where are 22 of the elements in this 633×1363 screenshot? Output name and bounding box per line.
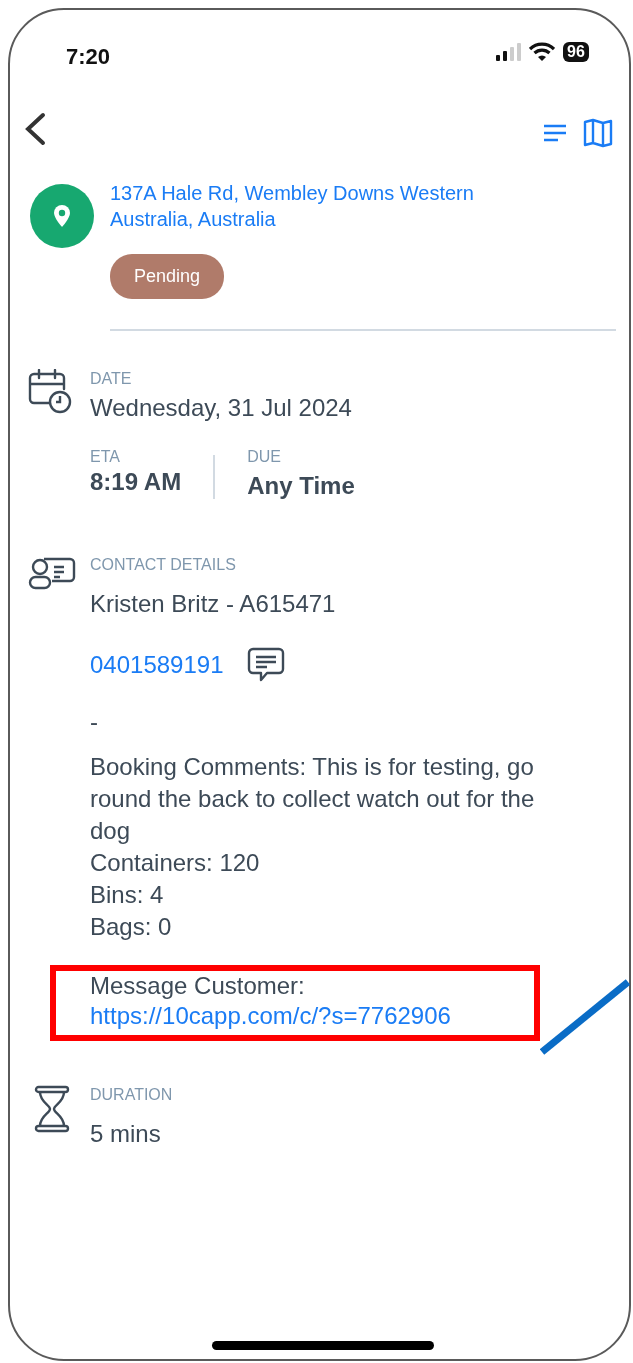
note-line: Booking Comments: This is for testing, go round the back to collect watch out for the dog [90,752,536,846]
duration-label: DURATION [90,1085,173,1105]
status-badge: Pending [110,254,225,299]
message-link[interactable]: https://10capp.com/c/?s=7762906 [90,1001,514,1031]
due-value: Any Time [247,471,355,501]
phone-link[interactable]: 0401589191 [90,650,224,680]
duration-value: 5 mins [90,1119,162,1149]
eta-label: ETA [90,447,121,467]
contact-name: Kristen Britz - A615471 [90,589,337,619]
note-line: Bins: 4 [90,880,165,910]
address-link[interactable]: 137A Hale Rd, Wembley Downs Western Australia, Australia [110,180,530,232]
note-line: Containers: 120 [90,848,261,878]
due-label: DUE [247,447,282,467]
date-value: Wednesday, 31 Jul 2024 [90,393,353,423]
date-label: DATE [90,369,133,389]
battery-level: 96 [563,42,589,62]
message-label: Message Customer: [90,971,306,1001]
note-line: Bags: 0 [90,912,173,942]
status-time: 7:20 [66,44,111,69]
email-value: - [90,707,99,737]
contact-label: CONTACT DETAILS [90,555,237,575]
eta-value: 8:19 AM [90,467,182,497]
